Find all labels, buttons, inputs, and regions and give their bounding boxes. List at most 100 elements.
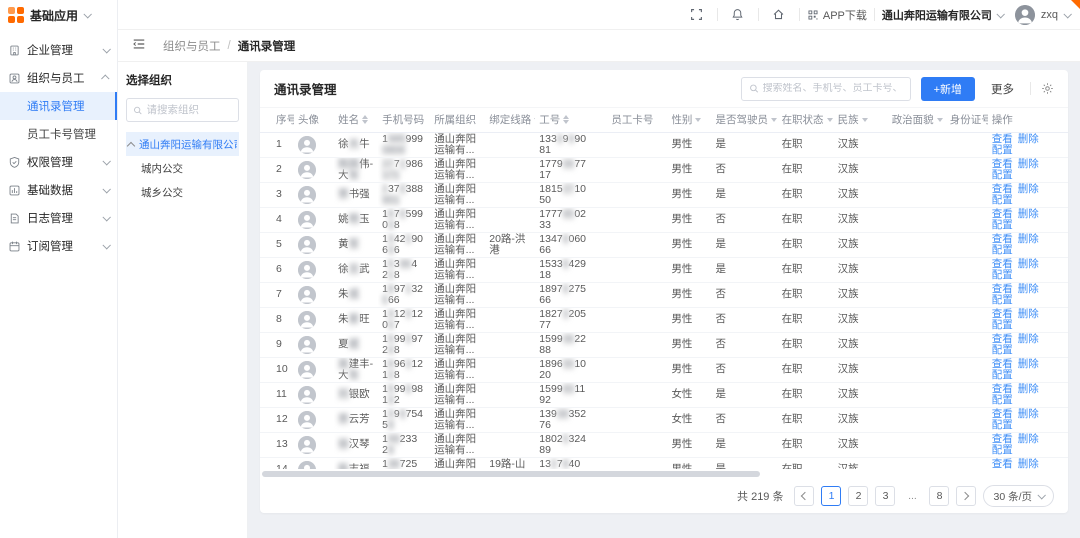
page-button-3[interactable]: 3: [875, 486, 895, 506]
view-link[interactable]: 查看: [992, 408, 1013, 420]
view-link[interactable]: 查看: [992, 133, 1013, 145]
view-link[interactable]: 查看: [992, 308, 1013, 320]
filter-icon[interactable]: [937, 118, 943, 122]
cell-phone: 139875458: [378, 407, 430, 432]
phone-line2: 128: [382, 370, 426, 381]
company-dropdown[interactable]: 通山奔阳运输有限公司: [882, 7, 1003, 23]
config-link[interactable]: 配置: [992, 244, 1013, 256]
config-link[interactable]: 配置: [992, 469, 1013, 470]
config-link[interactable]: 配置: [992, 144, 1013, 156]
sidebar-subitem-contacts[interactable]: 通讯录管理: [0, 92, 117, 120]
text: 429: [569, 258, 587, 270]
config-link[interactable]: 配置: [992, 194, 1013, 206]
delete-link[interactable]: 删除: [1018, 458, 1039, 470]
tree-node[interactable]: 通山奔阳运输有限公司: [126, 132, 239, 156]
view-link[interactable]: 查看: [992, 433, 1013, 445]
view-link[interactable]: 查看: [992, 158, 1013, 170]
sort-icon[interactable]: [362, 115, 368, 124]
add-button[interactable]: +新增: [921, 77, 975, 101]
cell-status: 在职: [778, 182, 834, 207]
table-search-input[interactable]: [763, 83, 903, 94]
config-link[interactable]: 配置: [992, 419, 1013, 431]
view-link[interactable]: 查看: [992, 458, 1013, 470]
sidebar-item-subscribe[interactable]: 订阅管理: [0, 232, 117, 260]
delete-link[interactable]: 删除: [1018, 408, 1039, 420]
cell-avatar: [294, 257, 334, 282]
cell-route: [485, 182, 535, 207]
config-link[interactable]: 配置: [992, 444, 1013, 456]
view-link[interactable]: 查看: [992, 183, 1013, 195]
delete-link[interactable]: 删除: [1018, 383, 1039, 395]
config-link[interactable]: 配置: [992, 169, 1013, 181]
filter-icon[interactable]: [534, 118, 535, 122]
delete-link[interactable]: 删除: [1018, 208, 1039, 220]
redacted-text: 55: [563, 358, 575, 370]
config-link[interactable]: 配置: [992, 394, 1013, 406]
app-download-button[interactable]: APP下载: [807, 7, 867, 23]
delete-link[interactable]: 删除: [1018, 158, 1039, 170]
sidebar-item-logs[interactable]: 日志管理: [0, 204, 117, 232]
config-link[interactable]: 配置: [992, 319, 1013, 331]
delete-link[interactable]: 删除: [1018, 233, 1039, 245]
user-dropdown[interactable]: zxq: [1015, 5, 1070, 25]
filter-icon[interactable]: [695, 118, 701, 122]
app-switcher[interactable]: 基础应用: [0, 0, 117, 30]
breadcrumb-parent[interactable]: 组织与员工: [163, 38, 221, 54]
cell-empno: 1777850233: [535, 207, 607, 232]
sidebar-item-permission[interactable]: 权限管理: [0, 148, 117, 176]
delete-link[interactable]: 删除: [1018, 183, 1039, 195]
filter-icon[interactable]: [862, 118, 868, 122]
view-link[interactable]: 查看: [992, 283, 1013, 295]
org-search-input[interactable]: [147, 104, 233, 116]
home-icon[interactable]: [766, 2, 792, 28]
text: 77: [539, 319, 551, 331]
view-link[interactable]: 查看: [992, 383, 1013, 395]
filter-icon[interactable]: [827, 118, 833, 122]
filter-icon[interactable]: [771, 118, 777, 122]
tree-node[interactable]: 城内公交: [126, 156, 239, 180]
config-link[interactable]: 配置: [992, 294, 1013, 306]
sidebar-subitem-card-number[interactable]: 员工卡号管理: [0, 120, 117, 148]
config-link[interactable]: 配置: [992, 269, 1013, 281]
delete-link[interactable]: 删除: [1018, 433, 1039, 445]
gear-icon[interactable]: [1041, 82, 1054, 95]
fullscreen-icon[interactable]: [684, 2, 710, 28]
sort-icon[interactable]: [563, 115, 569, 124]
tree-node[interactable]: 城乡公交: [126, 180, 239, 204]
more-button[interactable]: 更多: [991, 81, 1014, 97]
config-link[interactable]: 配置: [992, 219, 1013, 231]
page-button-8[interactable]: 8: [929, 486, 949, 506]
sidebar-item-org-employee[interactable]: 组织与员工: [0, 64, 117, 92]
sidebar-item-enterprise[interactable]: 企业管理: [0, 36, 117, 64]
text: 徐: [338, 138, 349, 150]
next-page-button[interactable]: [956, 486, 976, 506]
sidebar-item-base-data[interactable]: 基础数据: [0, 176, 117, 204]
scrollbar-thumb[interactable]: [262, 471, 760, 477]
page-button-1[interactable]: 1: [821, 486, 841, 506]
delete-link[interactable]: 删除: [1018, 283, 1039, 295]
view-link[interactable]: 查看: [992, 208, 1013, 220]
view-link[interactable]: 查看: [992, 233, 1013, 245]
delete-link[interactable]: 删除: [1018, 333, 1039, 345]
prev-page-button[interactable]: [794, 486, 814, 506]
cell-driver: 是: [711, 457, 777, 469]
delete-link[interactable]: 删除: [1018, 358, 1039, 370]
cell-gender: 男性: [667, 157, 711, 182]
config-link[interactable]: 配置: [992, 369, 1013, 381]
view-link[interactable]: 查看: [992, 333, 1013, 345]
cell-avatar: [294, 332, 334, 357]
page-size-select[interactable]: 30 条/页: [983, 485, 1054, 507]
delete-link[interactable]: 删除: [1018, 258, 1039, 270]
collapse-menu-icon[interactable]: [132, 37, 146, 54]
phone-line2: 58: [382, 420, 426, 431]
view-link[interactable]: 查看: [992, 258, 1013, 270]
delete-link[interactable]: 删除: [1018, 133, 1039, 145]
config-link[interactable]: 配置: [992, 344, 1013, 356]
cell-ethnic: 汉族: [834, 157, 888, 182]
view-link[interactable]: 查看: [992, 358, 1013, 370]
bell-icon[interactable]: [725, 2, 751, 28]
cell-status: 在职: [778, 232, 834, 257]
column-label: 操作: [992, 112, 1013, 127]
page-button-2[interactable]: 2: [848, 486, 868, 506]
delete-link[interactable]: 删除: [1018, 308, 1039, 320]
